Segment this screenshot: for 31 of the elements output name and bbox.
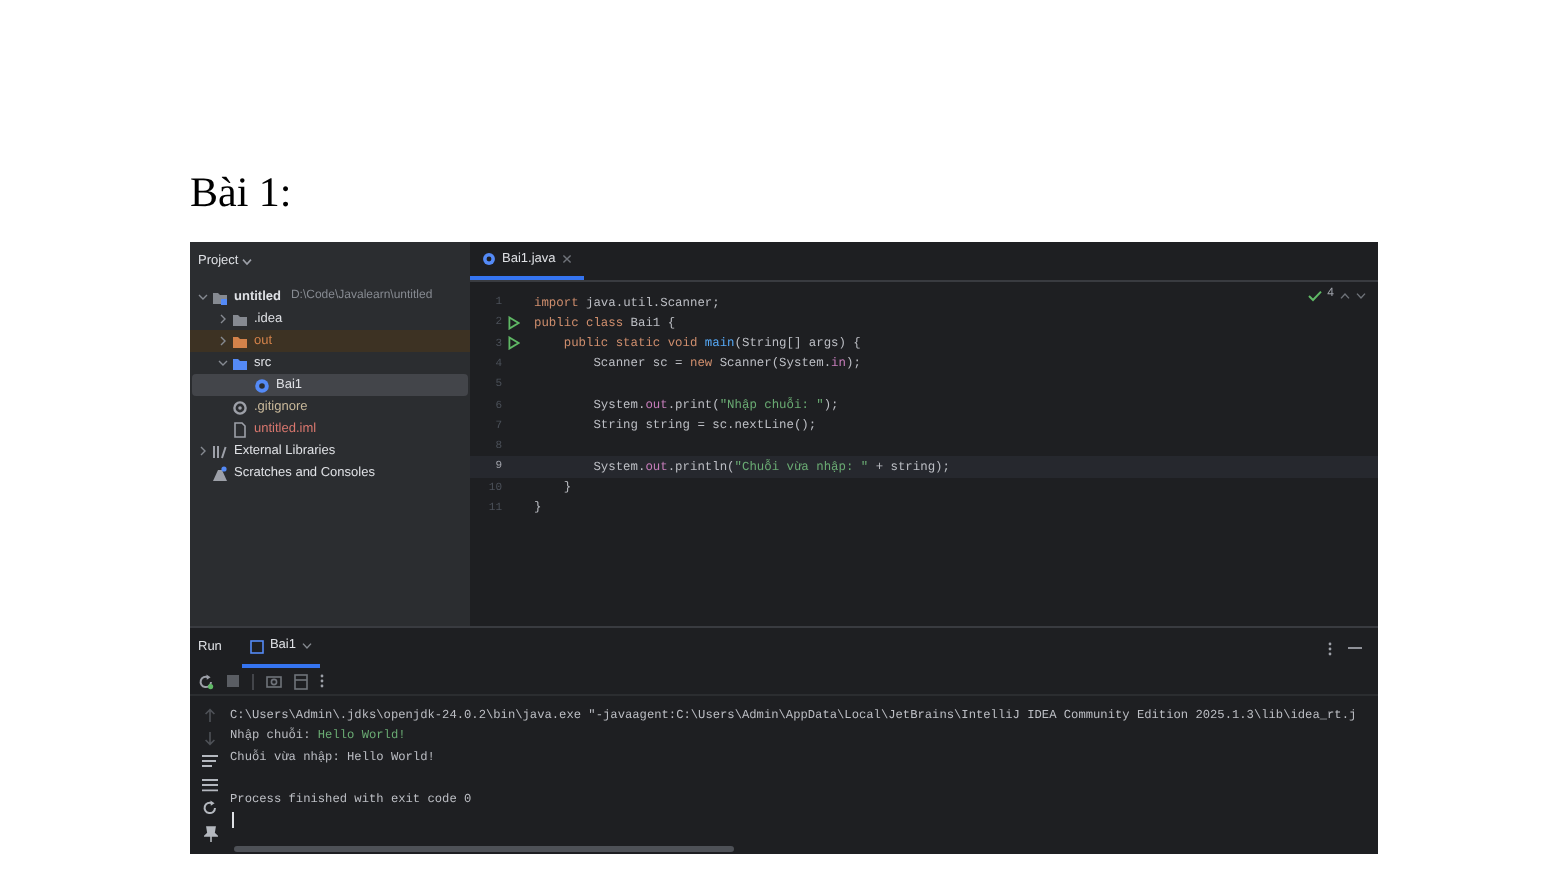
soft-wrap-icon[interactable]: [202, 754, 218, 768]
folder-icon: [212, 289, 228, 305]
close-icon[interactable]: [561, 254, 572, 264]
chevron-up-icon[interactable]: [1340, 291, 1350, 299]
chevron-down-icon[interactable]: [218, 358, 228, 368]
restart-icon[interactable]: [202, 800, 218, 816]
text-cursor: [232, 811, 234, 827]
pin-icon[interactable]: [203, 825, 217, 841]
document-icon: [232, 421, 248, 437]
chevron-right-icon[interactable]: [218, 314, 228, 324]
check-icon[interactable]: [1307, 289, 1322, 301]
camera-icon[interactable]: [266, 674, 282, 688]
run-icon[interactable]: [508, 336, 520, 351]
library-icon: [212, 443, 228, 459]
heading: Bài 1:: [190, 168, 292, 216]
minimize-icon[interactable]: [1348, 646, 1362, 650]
class-icon: [254, 377, 270, 393]
chevron-down-icon[interactable]: [1356, 291, 1366, 299]
layout-icon[interactable]: [294, 673, 308, 689]
class-icon: [482, 252, 496, 266]
chevron-right-icon[interactable]: [198, 446, 208, 456]
scroll-to-end-icon[interactable]: [202, 777, 218, 791]
chevron-right-icon[interactable]: [218, 336, 228, 346]
chevron-down-icon[interactable]: [198, 292, 208, 302]
stop-icon[interactable]: [226, 674, 240, 688]
chevron-down-icon[interactable]: [301, 642, 312, 650]
run-icon[interactable]: [508, 315, 520, 330]
rerun-icon[interactable]: [198, 673, 214, 689]
scrollbar[interactable]: [234, 846, 734, 852]
console-icon: [249, 639, 264, 653]
chevron-down-icon[interactable]: [242, 258, 253, 266]
